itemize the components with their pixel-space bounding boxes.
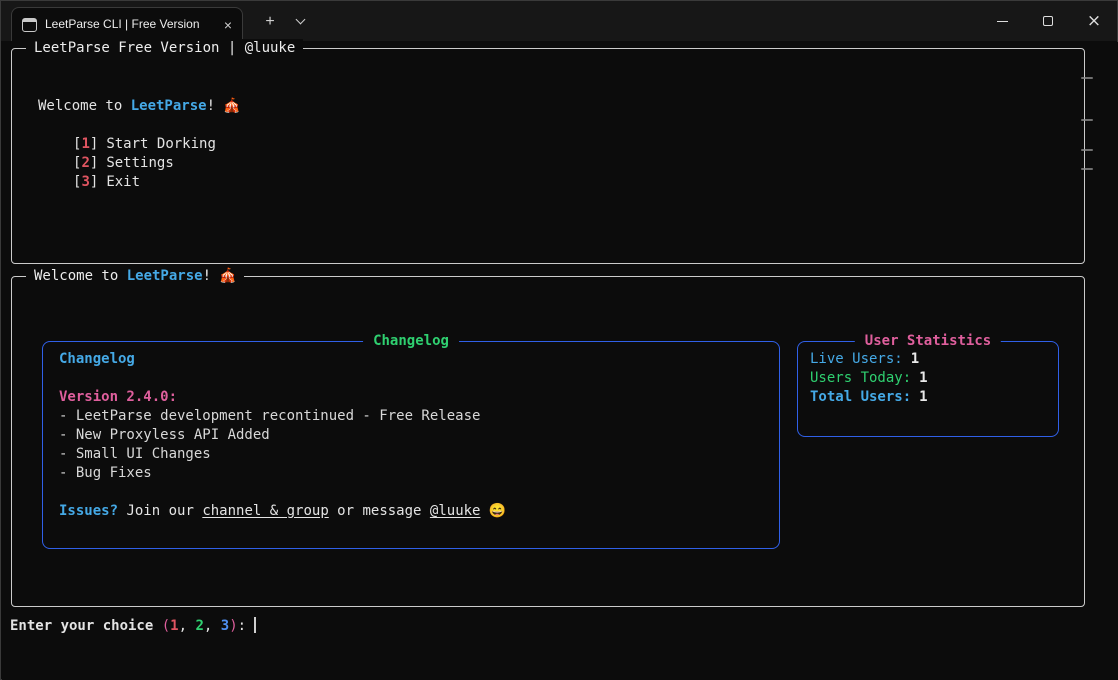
menu-item-start-dorking: [1]Start Dorking xyxy=(73,135,240,154)
tab-leetparse-cli[interactable]: LeetParse CLI | Free Version | ( × xyxy=(11,7,243,41)
stat-value: 1 xyxy=(919,389,927,405)
scrollbar-mark xyxy=(1081,119,1093,121)
stat-label: Users Today: xyxy=(810,370,911,386)
stat-label: Live Users: xyxy=(810,351,903,367)
menu-item-exit: [3]Exit xyxy=(73,173,240,192)
terminal-content[interactable]: LeetParse Free Version | @luuke Welcome … xyxy=(2,42,1118,680)
circus-tent-emoji: 🎪 xyxy=(223,98,240,114)
changelog-issues-line: Issues? Join our channel & group or mess… xyxy=(59,502,506,521)
menu-label: Settings xyxy=(106,155,173,171)
titlebar: LeetParse CLI | Free Version | ( × + × xyxy=(1,1,1117,41)
maximize-icon xyxy=(1043,16,1053,26)
stat-value: 1 xyxy=(911,351,919,367)
brand-name: LeetParse xyxy=(131,98,207,114)
close-icon: × xyxy=(1087,13,1101,30)
menu-number: 3 xyxy=(81,174,89,190)
changelog-item: - New Proxyless API Added xyxy=(59,426,506,445)
menu-label: Exit xyxy=(106,174,140,190)
panel-main-menu: LeetParse Free Version | @luuke Welcome … xyxy=(11,48,1085,264)
changelog-item: - Small UI Changes xyxy=(59,445,506,464)
minimize-button[interactable] xyxy=(979,1,1025,41)
menu-number: 1 xyxy=(81,136,89,152)
stat-live-users: Live Users: 1 xyxy=(810,350,928,369)
menu-number: 2 xyxy=(81,155,89,171)
close-button[interactable]: × xyxy=(1071,1,1117,41)
minimize-icon xyxy=(997,21,1008,22)
changelog-version: Version 2.4.0: xyxy=(59,388,506,407)
menu-item-settings: [2]Settings xyxy=(73,154,240,173)
new-tab-button[interactable]: + xyxy=(257,9,283,33)
console-app-icon xyxy=(22,18,37,32)
terminal-window: LeetParse CLI | Free Version | ( × + × Le… xyxy=(0,0,1118,680)
chevron-down-icon xyxy=(295,15,305,25)
tab-dropdown-button[interactable] xyxy=(287,9,313,33)
grinning-face-emoji: 😄 xyxy=(488,503,505,519)
panel-welcome: Welcome to LeetParse!🎪 Changelog Changel… xyxy=(11,276,1085,607)
choice-3: 3 xyxy=(221,618,229,634)
user-statistics-box: User Statistics Live Users:1 Users Today… xyxy=(797,341,1059,437)
scrollbar-mark xyxy=(1081,149,1093,151)
changelog-box-title: Changelog xyxy=(363,332,459,351)
brand-name: LeetParse xyxy=(127,268,203,284)
panel-welcome-title: Welcome to LeetParse!🎪 xyxy=(26,267,244,286)
stat-label: Total Users: xyxy=(810,389,911,405)
luuke-link[interactable]: @luuke xyxy=(430,503,481,519)
channel-group-link[interactable]: channel & group xyxy=(202,503,328,519)
changelog-item: - Bug Fixes xyxy=(59,464,506,483)
main-menu: [1]Start Dorking [2]Settings [3]Exit xyxy=(73,135,240,192)
stats-box-title: User Statistics xyxy=(855,332,1001,351)
scrollbar-mark xyxy=(1081,77,1093,79)
maximize-button[interactable] xyxy=(1025,1,1071,41)
issues-label: Issues? xyxy=(59,503,118,519)
panel-main-menu-title: LeetParse Free Version | @luuke xyxy=(26,39,303,58)
stat-users-today: Users Today: 1 xyxy=(810,369,928,388)
prompt-text: Enter your choice xyxy=(10,618,162,634)
menu-label: Start Dorking xyxy=(106,136,216,152)
text-cursor xyxy=(254,617,256,633)
tab-title: LeetParse CLI | Free Version | ( xyxy=(45,15,203,34)
welcome-line: Welcome to LeetParse!🎪 xyxy=(38,97,240,116)
prompt-line[interactable]: Enter your choice (1, 2, 3): xyxy=(10,617,256,636)
changelog-box: Changelog Changelog Version 2.4.0: - Lee… xyxy=(42,341,780,549)
stat-value: 1 xyxy=(919,370,927,386)
choice-1: 1 xyxy=(170,618,178,634)
choice-2: 2 xyxy=(195,618,203,634)
scrollbar-mark xyxy=(1081,168,1093,170)
tab-close-icon[interactable]: × xyxy=(224,18,232,32)
changelog-heading: Changelog xyxy=(59,350,506,369)
stat-total-users: Total Users: 1 xyxy=(810,388,928,407)
changelog-item: - LeetParse development recontinued - Fr… xyxy=(59,407,506,426)
circus-tent-emoji: 🎪 xyxy=(219,268,236,284)
